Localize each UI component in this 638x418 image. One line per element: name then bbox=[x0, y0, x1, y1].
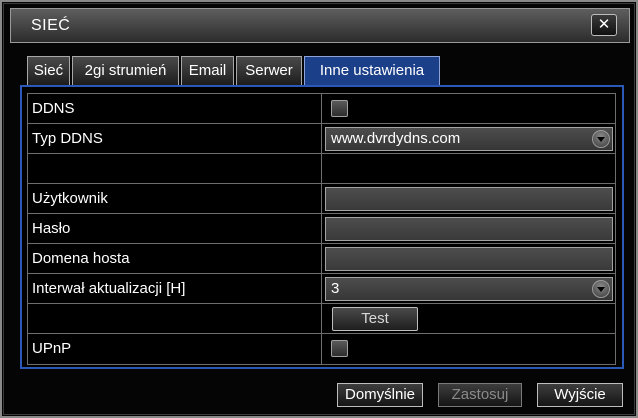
column-divider bbox=[321, 334, 322, 364]
user-field[interactable] bbox=[325, 187, 613, 211]
row-upnp: UPnP bbox=[28, 334, 615, 364]
column-divider bbox=[321, 244, 322, 273]
column-divider bbox=[321, 94, 322, 123]
column-divider bbox=[321, 274, 322, 303]
column-divider bbox=[321, 124, 322, 153]
close-button[interactable]: ✕ bbox=[591, 14, 617, 36]
ddns-type-label: Typ DDNS bbox=[32, 130, 103, 147]
tab-email[interactable]: Email bbox=[181, 56, 234, 86]
ddns-type-value: www.dvrdydns.com bbox=[331, 130, 461, 147]
title-bar: SIEĆ ✕ bbox=[10, 8, 630, 43]
row-user: Użytkownik bbox=[28, 184, 615, 214]
column-divider bbox=[321, 184, 322, 213]
password-label: Hasło bbox=[32, 220, 71, 237]
row-host-domain: Domena hosta bbox=[28, 244, 615, 274]
host-domain-field[interactable] bbox=[325, 247, 613, 271]
ddns-label: DDNS bbox=[32, 100, 75, 117]
apply-button[interactable]: Zastosuj bbox=[438, 383, 522, 407]
row-test: Test bbox=[28, 304, 615, 334]
column-divider bbox=[321, 214, 322, 243]
close-icon: ✕ bbox=[597, 16, 611, 33]
update-interval-label: Interwał aktualizacji [H] bbox=[32, 280, 186, 297]
row-empty bbox=[28, 154, 615, 184]
row-ddns: DDNS bbox=[28, 94, 615, 124]
column-divider bbox=[321, 154, 322, 183]
network-settings-window: SIEĆ ✕ Sieć 2gi strumień Email Serwer In… bbox=[0, 0, 638, 418]
row-update-interval: Interwał aktualizacji [H] 3 bbox=[28, 274, 615, 304]
update-interval-select[interactable]: 3 bbox=[325, 277, 613, 301]
tab-network[interactable]: Sieć bbox=[27, 56, 70, 86]
settings-panel: DDNS Typ DDNS www.dvrdydns.com Użytkowni… bbox=[20, 85, 624, 369]
chevron-down-icon bbox=[592, 280, 610, 298]
column-divider bbox=[321, 304, 322, 333]
chevron-down-icon bbox=[592, 130, 610, 148]
exit-button[interactable]: Wyjście bbox=[537, 383, 623, 407]
settings-grid: DDNS Typ DDNS www.dvrdydns.com Użytkowni… bbox=[27, 93, 616, 365]
test-button[interactable]: Test bbox=[332, 307, 418, 331]
user-label: Użytkownik bbox=[32, 190, 108, 207]
upnp-label: UPnP bbox=[32, 340, 72, 357]
window-title: SIEĆ bbox=[31, 17, 71, 34]
host-domain-label: Domena hosta bbox=[32, 250, 130, 267]
tab-server[interactable]: Serwer bbox=[236, 56, 302, 86]
default-button[interactable]: Domyślnie bbox=[337, 383, 423, 407]
row-ddns-type: Typ DDNS www.dvrdydns.com bbox=[28, 124, 615, 154]
ddns-type-select[interactable]: www.dvrdydns.com bbox=[325, 127, 613, 151]
update-interval-value: 3 bbox=[331, 280, 340, 297]
tab-other-settings[interactable]: Inne ustawienia bbox=[304, 56, 440, 86]
tab-second-stream[interactable]: 2gi strumień bbox=[72, 56, 179, 86]
row-password: Hasło bbox=[28, 214, 615, 244]
password-field[interactable] bbox=[325, 217, 613, 241]
upnp-checkbox[interactable] bbox=[331, 340, 348, 357]
ddns-checkbox[interactable] bbox=[331, 100, 348, 117]
